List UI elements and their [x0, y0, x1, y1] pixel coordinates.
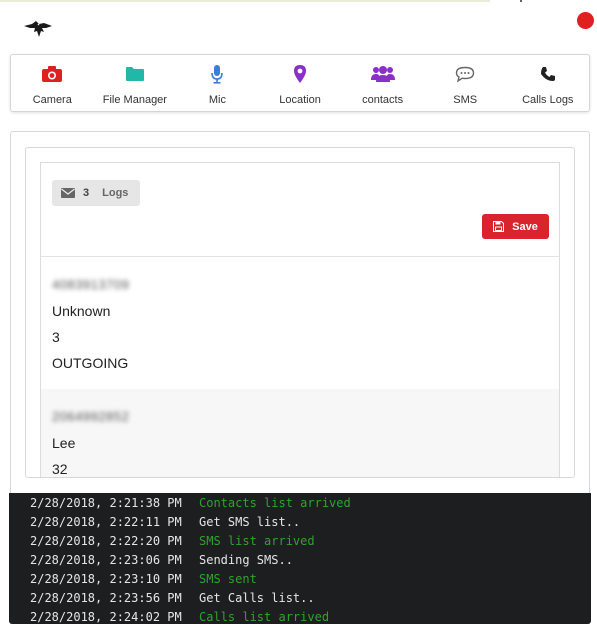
- calls-log-card: 3 Logs Save 4083913709 Unknown 3 OUTGOIN…: [40, 162, 560, 477]
- console-timestamp: 2/28/2018, 2:23:10 PM: [30, 572, 182, 586]
- console-line: 2/28/2018, 2:24:02 PM Calls list arrived: [30, 608, 329, 624]
- nav-file-manager[interactable]: File Manager: [94, 55, 177, 111]
- nav-camera[interactable]: Camera: [11, 55, 94, 111]
- save-button-label: Save: [512, 220, 538, 233]
- call-log-entry: 2064992852 Lee 32: [41, 389, 559, 477]
- save-button[interactable]: Save: [482, 214, 549, 239]
- console-line: 2/28/2018, 2:23:10 PM SMS sent: [30, 570, 257, 589]
- console-message: Sending SMS..: [199, 553, 293, 567]
- comment-icon: [455, 63, 475, 85]
- console-message: Get Calls list..: [199, 591, 315, 605]
- console-log[interactable]: 2/28/2018, 2:21:38 PM Contacts list arriv…: [9, 493, 591, 624]
- top-border-line: [0, 0, 490, 2]
- call-log-entry: 4083913709 Unknown 3 OUTGOING: [41, 257, 559, 390]
- nav-camera-label: Camera: [32, 94, 72, 106]
- call-duration: 3: [52, 329, 60, 345]
- nav-sms-label: SMS: [453, 94, 478, 106]
- floppy-disk-icon: [493, 221, 505, 232]
- console-timestamp: 2/28/2018, 2:23:56 PM: [30, 591, 182, 605]
- console-line: 2/28/2018, 2:21:38 PM Contacts list arriv…: [30, 494, 351, 513]
- logs-count: 3: [83, 187, 90, 199]
- console-line: 2/28/2018, 2:23:56 PM Get Calls list..: [30, 589, 315, 608]
- call-number: 4083913709: [52, 277, 130, 292]
- call-duration: 32: [52, 461, 68, 477]
- nav-location[interactable]: Location: [259, 55, 342, 111]
- console-timestamp: 2/28/2018, 2:24:02 PM: [30, 610, 182, 624]
- logs-count-badge: 3 Logs: [52, 180, 140, 206]
- call-type: OUTGOING: [52, 355, 129, 371]
- feature-nav: Camera File Manager Mic Location contact…: [10, 54, 590, 112]
- camera-icon: [41, 63, 63, 85]
- console-timestamp: 2/28/2018, 2:22:20 PM: [30, 534, 182, 548]
- nav-mic[interactable]: Mic: [176, 55, 259, 111]
- raven-logo-icon: [24, 21, 52, 37]
- console-timestamp: 2/28/2018, 2:21:38 PM: [30, 496, 182, 510]
- nav-location-label: Location: [279, 94, 321, 106]
- top-marker: [520, 0, 522, 2]
- console-message: SMS list arrived: [199, 534, 315, 548]
- envelope-icon: [61, 188, 75, 198]
- nav-file-manager-label: File Manager: [102, 94, 167, 106]
- folder-icon: [125, 63, 145, 85]
- nav-contacts-label: contacts: [362, 94, 404, 106]
- nav-sms[interactable]: SMS: [424, 55, 507, 111]
- console-line: 2/28/2018, 2:22:20 PM SMS list arrived: [30, 532, 315, 551]
- console-line: 2/28/2018, 2:23:06 PM Sending SMS..: [30, 551, 293, 570]
- phone-icon: [540, 63, 556, 85]
- call-name: Unknown: [52, 303, 111, 319]
- users-icon: [370, 63, 395, 85]
- console-timestamp: 2/28/2018, 2:23:06 PM: [30, 553, 182, 567]
- console-message: Contacts list arrived: [199, 496, 351, 510]
- map-marker-icon: [293, 63, 307, 85]
- calls-log-scroll-area[interactable]: 3 Logs Save 4083913709 Unknown 3 OUTGOIN…: [25, 147, 575, 478]
- nav-mic-label: Mic: [208, 94, 226, 106]
- console-message: Get SMS list..: [199, 515, 301, 529]
- console-timestamp: 2/28/2018, 2:22:11 PM: [30, 515, 182, 529]
- nav-calls-logs[interactable]: Calls Logs: [506, 55, 589, 111]
- call-number: 2064992852: [52, 409, 130, 424]
- console-message: SMS sent: [199, 572, 257, 586]
- calls-log-header: 3 Logs Save: [41, 163, 559, 257]
- console-line: 2/28/2018, 2:22:11 PM Get SMS list..: [30, 513, 300, 532]
- microphone-icon: [210, 63, 224, 85]
- status-indicator: [577, 12, 594, 29]
- logs-label: Logs: [102, 187, 129, 199]
- call-name: Lee: [52, 435, 76, 451]
- console-message: Calls list arrived: [199, 610, 330, 624]
- nav-calls-logs-label: Calls Logs: [522, 94, 574, 106]
- nav-contacts[interactable]: contacts: [341, 55, 424, 111]
